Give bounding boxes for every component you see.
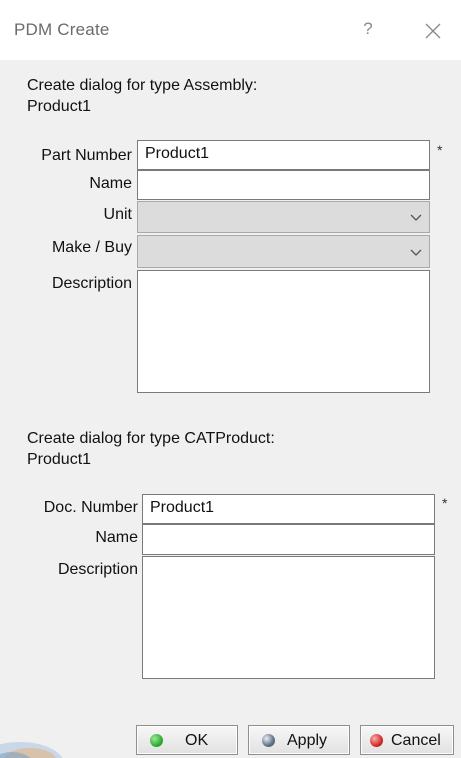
catproduct-name-field[interactable] [142,524,435,555]
help-button[interactable]: ? [356,15,380,43]
make-buy-combo[interactable] [137,235,430,268]
part-number-required-mark: * [437,142,443,158]
catproduct-name-label: Name [95,529,138,546]
ok-label: OK [185,732,209,749]
catproduct-heading: Create dialog for type CATProduct: [27,430,275,447]
doc-number-required-mark: * [442,495,448,511]
title-bar: PDM Create ? [0,0,461,60]
cancel-icon [370,734,383,747]
apply-icon [262,734,275,747]
ok-icon [150,734,163,747]
catproduct-description-label: Description [57,561,138,578]
catproduct-product-name: Product1 [27,451,92,468]
assembly-heading: Create dialog for type Assembly: [27,77,258,94]
assembly-description-field[interactable] [137,270,430,393]
ok-button[interactable]: OK [136,725,238,755]
part-number-field[interactable]: Product1 [137,140,430,170]
assembly-description-label: Description [51,275,132,292]
unit-label: Unit [103,206,132,223]
close-icon[interactable] [420,16,446,44]
assembly-product-name: Product1 [27,98,92,115]
make-buy-label: Make / Buy [51,239,132,256]
part-number-label: Part Number [41,147,132,164]
doc-number-field[interactable]: Product1 [142,494,435,524]
apply-label: Apply [287,732,328,749]
assembly-name-field[interactable] [137,170,430,200]
cancel-button[interactable]: Cancel [360,725,454,755]
pdm-create-dialog: PDM Create ? Create dialog for type Asse… [0,0,461,758]
catproduct-description-field[interactable] [142,556,435,679]
background-logo [0,730,70,758]
unit-combo[interactable] [137,201,430,233]
doc-number-label: Doc. Number [43,499,138,516]
apply-button[interactable]: Apply [248,725,350,755]
cancel-label: Cancel [391,732,441,749]
chevron-down-icon [410,249,422,256]
chevron-down-icon [410,214,422,221]
window-title: PDM Create [14,20,110,39]
assembly-name-label: Name [89,175,132,192]
